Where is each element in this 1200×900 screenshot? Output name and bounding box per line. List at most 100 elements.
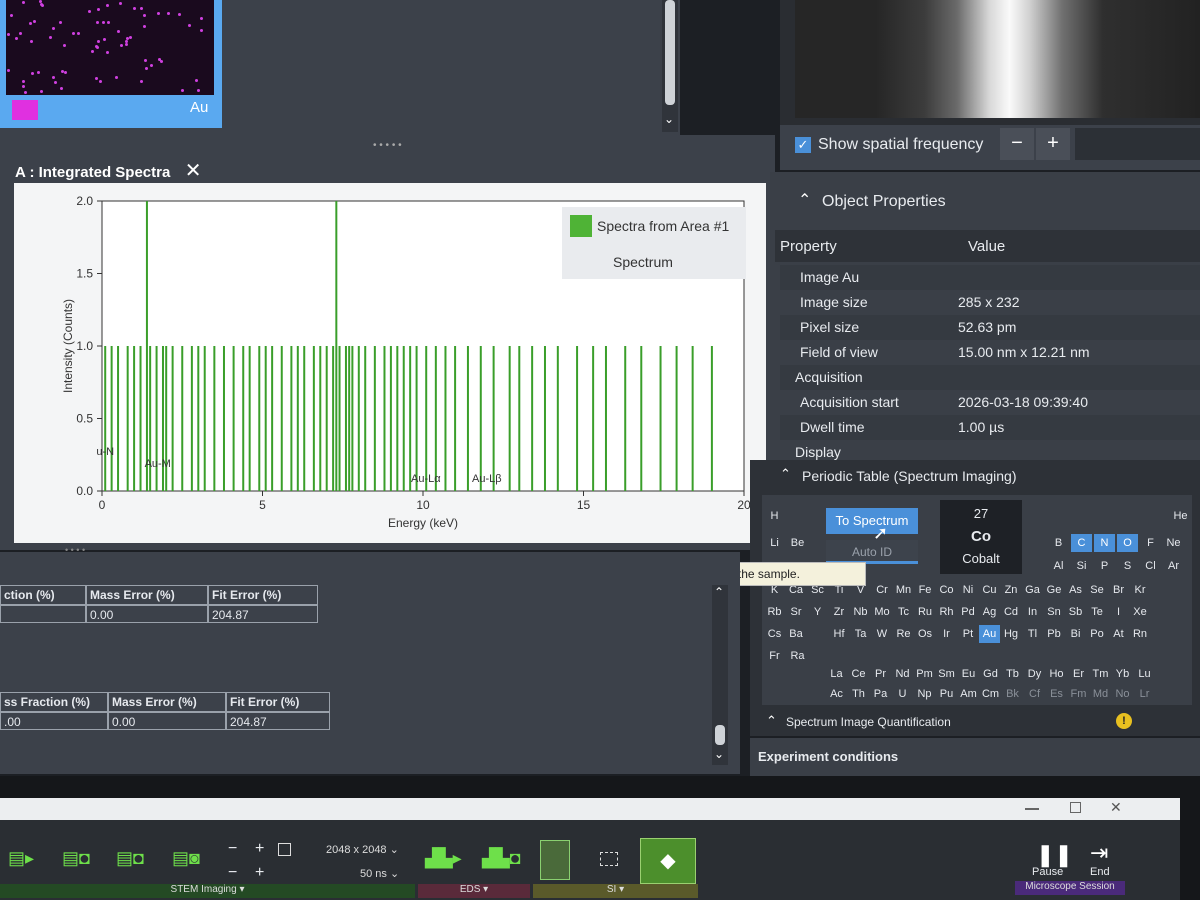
element-cell-rn[interactable]: Rn	[1130, 625, 1151, 643]
element-cell-rh[interactable]: Rh	[936, 603, 957, 621]
element-cell-fr[interactable]: Fr	[764, 647, 785, 665]
element-cell-re[interactable]: Re	[893, 625, 914, 643]
element-cell-po[interactable]: Po	[1087, 625, 1108, 643]
eds-scan-icon[interactable]: ▟▙▸	[425, 848, 462, 869]
property-row[interactable]: Field of view 15.00 nm x 12.21 nm	[780, 340, 1200, 365]
element-cell-dy[interactable]: Dy	[1024, 665, 1045, 683]
element-cell-cd[interactable]: Cd	[1001, 603, 1022, 621]
element-cell-li[interactable]: Li	[764, 534, 785, 552]
element-cell-zr[interactable]: Zr	[829, 603, 850, 621]
element-cell-au[interactable]: Au	[979, 625, 1000, 643]
stem-series-icon[interactable]: ▤◘	[116, 848, 144, 869]
element-cell-sn[interactable]: Sn	[1044, 603, 1065, 621]
si-acquire-button[interactable]: ◆	[640, 838, 696, 884]
results-scroll-thumb[interactable]	[715, 725, 725, 745]
element-cell-p[interactable]: P	[1094, 557, 1115, 575]
element-cell-hf[interactable]: Hf	[829, 625, 850, 643]
element-cell-te[interactable]: Te	[1087, 603, 1108, 621]
element-cell-cm[interactable]: Cm	[980, 685, 1001, 703]
au-map-thumbnail[interactable]: Au	[0, 0, 222, 128]
element-cell-s[interactable]: S	[1117, 557, 1138, 575]
element-cell-ir[interactable]: Ir	[936, 625, 957, 643]
property-row[interactable]: Dwell time 1.00 µs	[780, 415, 1200, 440]
element-cell-pu[interactable]: Pu	[936, 685, 957, 703]
element-cell-se[interactable]: Se	[1087, 581, 1108, 599]
element-cell-xe[interactable]: Xe	[1130, 603, 1151, 621]
element-cell-er[interactable]: Er	[1068, 665, 1089, 683]
element-cell-pt[interactable]: Pt	[958, 625, 979, 643]
element-cell-ho[interactable]: Ho	[1046, 665, 1067, 683]
si-area-icon[interactable]	[540, 840, 570, 880]
stem-minus-button[interactable]: −	[228, 840, 237, 858]
element-cell-sm[interactable]: Sm	[936, 665, 957, 683]
map-scrollbar-thumb[interactable]	[665, 0, 675, 105]
element-cell-ge[interactable]: Ge	[1044, 581, 1065, 599]
element-cell-ag[interactable]: Ag	[979, 603, 1000, 621]
element-cell-y[interactable]: Y	[807, 603, 828, 621]
element-cell-b[interactable]: B	[1048, 534, 1069, 552]
element-cell-no[interactable]: No	[1112, 685, 1133, 703]
element-cell-i[interactable]: I	[1108, 603, 1129, 621]
element-cell-f[interactable]: F	[1140, 534, 1161, 552]
element-cell-lr[interactable]: Lr	[1134, 685, 1155, 703]
property-row[interactable]: Acquisition start 2026-03-18 09:39:40	[780, 390, 1200, 415]
chevron-down-icon[interactable]: ⌄	[664, 112, 674, 126]
element-cell-pm[interactable]: Pm	[914, 665, 935, 683]
property-row[interactable]: Image Au	[780, 265, 1200, 290]
stem-plus-button[interactable]: +	[255, 840, 264, 858]
element-cell-eu[interactable]: Eu	[958, 665, 979, 683]
element-cell-np[interactable]: Np	[914, 685, 935, 703]
element-cell-bi[interactable]: Bi	[1065, 625, 1086, 643]
element-cell-ar[interactable]: Ar	[1163, 557, 1184, 575]
element-cell-rb[interactable]: Rb	[764, 603, 785, 621]
element-cell-sr[interactable]: Sr	[786, 603, 807, 621]
element-cell-es[interactable]: Es	[1046, 685, 1067, 703]
element-cell-hg[interactable]: Hg	[1001, 625, 1022, 643]
zoom-in-button[interactable]: +	[1036, 128, 1070, 160]
element-cell-cl[interactable]: Cl	[1140, 557, 1161, 575]
element-cell-os[interactable]: Os	[915, 625, 936, 643]
element-cell-pb[interactable]: Pb	[1044, 625, 1065, 643]
element-cell-ce[interactable]: Ce	[848, 665, 869, 683]
element-cell-tb[interactable]: Tb	[1002, 665, 1023, 683]
element-cell-o[interactable]: O	[1117, 534, 1138, 552]
element-cell-cu[interactable]: Cu	[979, 581, 1000, 599]
spatial-frequency-checkbox[interactable]: ✓	[795, 137, 811, 153]
element-cell-fe[interactable]: Fe	[915, 581, 936, 599]
microscope-session-label[interactable]: Microscope Session	[1015, 881, 1125, 895]
frame-icon[interactable]	[278, 843, 291, 856]
element-cell-ac[interactable]: Ac	[826, 685, 847, 703]
element-cell-si[interactable]: Si	[1071, 557, 1092, 575]
element-cell-th[interactable]: Th	[848, 685, 869, 703]
property-row[interactable]: Pixel size 52.63 pm	[780, 315, 1200, 340]
element-cell-gd[interactable]: Gd	[980, 665, 1001, 683]
element-cell-sb[interactable]: Sb	[1065, 603, 1086, 621]
stem-plus-2-button[interactable]: +	[255, 864, 264, 882]
property-row[interactable]: Image size 285 x 232	[780, 290, 1200, 315]
eds-single-icon[interactable]: ▟▙◘	[482, 848, 521, 869]
element-cell-md[interactable]: Md	[1090, 685, 1111, 703]
si-region-icon[interactable]	[600, 852, 618, 866]
element-cell-kr[interactable]: Kr	[1130, 581, 1151, 599]
element-cell-nd[interactable]: Nd	[892, 665, 913, 683]
scroll-up-icon[interactable]: ⌃	[714, 585, 724, 599]
element-cell-tm[interactable]: Tm	[1090, 665, 1111, 683]
element-cell-ta[interactable]: Ta	[850, 625, 871, 643]
element-cell-pr[interactable]: Pr	[870, 665, 891, 683]
element-cell-ga[interactable]: Ga	[1022, 581, 1043, 599]
periodic-collapse-icon[interactable]: ⌃	[780, 466, 791, 482]
element-cell-at[interactable]: At	[1108, 625, 1129, 643]
stem-record-icon[interactable]: ▤◙	[172, 848, 200, 869]
element-cell-fm[interactable]: Fm	[1068, 685, 1089, 703]
zoom-out-button[interactable]: −	[1000, 128, 1034, 160]
element-cell-tc[interactable]: Tc	[893, 603, 914, 621]
element-cell-in[interactable]: In	[1022, 603, 1043, 621]
element-cell-al[interactable]: Al	[1048, 557, 1069, 575]
element-cell-be[interactable]: Be	[787, 534, 808, 552]
element-cell-yb[interactable]: Yb	[1112, 665, 1133, 683]
window-close-icon[interactable]: ✕	[1110, 799, 1122, 816]
scroll-down-icon[interactable]: ⌄	[714, 747, 724, 761]
element-cell-ne[interactable]: Ne	[1163, 534, 1184, 552]
element-cell-nb[interactable]: Nb	[850, 603, 871, 621]
element-cell-mn[interactable]: Mn	[893, 581, 914, 599]
